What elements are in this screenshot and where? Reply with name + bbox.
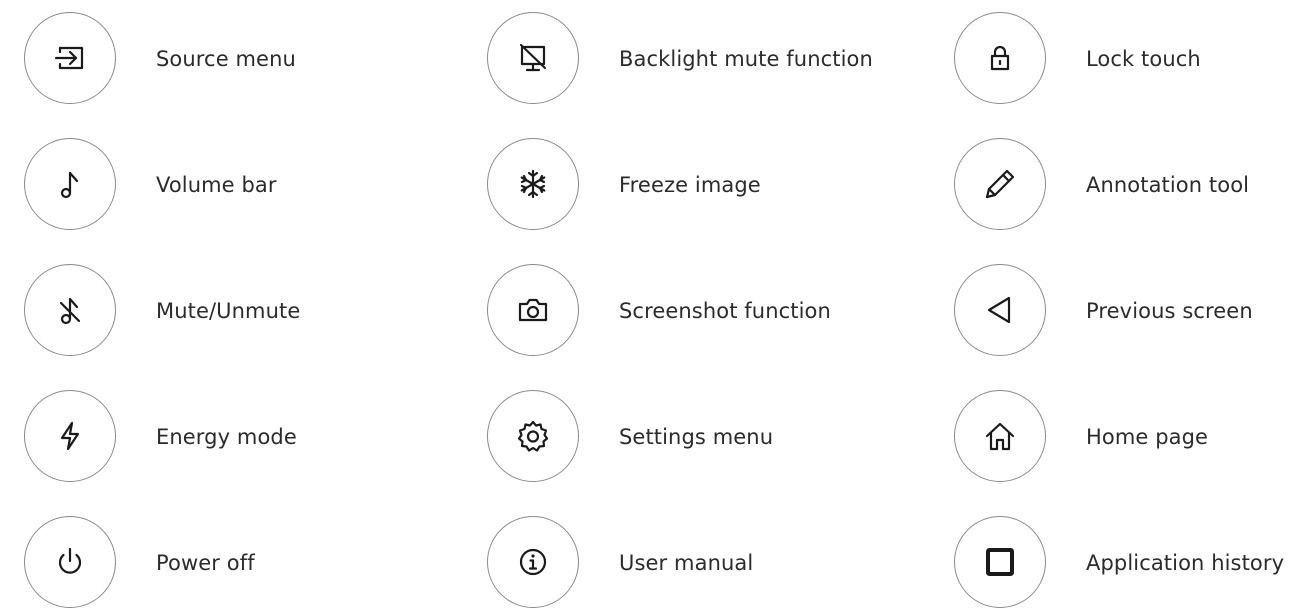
source-icon-button <box>24 12 116 104</box>
camera-icon <box>518 298 548 322</box>
home-icon <box>985 422 1015 451</box>
square-icon-button <box>954 516 1046 608</box>
legend-item-lock-touch: Lock touch <box>954 12 1300 108</box>
legend-label: Mute/Unmute <box>156 299 301 323</box>
legend-label: Screenshot function <box>619 299 831 323</box>
music-note-muted-icon <box>59 297 81 325</box>
legend-item-mute-unmute: Mute/Unmute <box>24 264 424 360</box>
legend-item-freeze-image: Freeze image <box>487 138 887 234</box>
legend-label: Power off <box>156 551 255 575</box>
legend-item-screenshot: Screenshot function <box>487 264 887 360</box>
monitor-off-icon <box>519 43 547 72</box>
lightning-icon <box>60 421 80 451</box>
triangle-left-icon <box>987 296 1011 324</box>
legend-label: Previous screen <box>1086 299 1253 323</box>
triangle-left-icon-button <box>954 264 1046 356</box>
legend-label: Freeze image <box>619 173 761 197</box>
legend-item-power-off: Power off <box>24 516 424 612</box>
gear-icon <box>517 420 549 452</box>
music-note-icon <box>60 171 79 199</box>
legend-label: Home page <box>1086 425 1209 449</box>
legend-item-home-page: Home page <box>954 390 1300 486</box>
power-icon <box>58 547 82 574</box>
legend-item-annotation-tool: Annotation tool <box>954 138 1300 234</box>
pencil-icon-button <box>954 138 1046 230</box>
legend-item-settings: Settings menu <box>487 390 887 486</box>
home-icon-button <box>954 390 1046 482</box>
legend-item-user-manual: User manual <box>487 516 887 612</box>
legend-item-backlight-mute: Backlight mute function <box>487 12 887 108</box>
legend-label: Annotation tool <box>1086 173 1250 197</box>
monitor-off-icon-button <box>487 12 579 104</box>
legend-label: Application history <box>1086 551 1285 575</box>
source-icon <box>54 46 84 70</box>
music-note-icon-button <box>24 138 116 230</box>
square-icon <box>986 548 1014 576</box>
legend-item-energy-mode: Energy mode <box>24 390 424 486</box>
pencil-icon <box>985 169 1015 199</box>
power-icon-button <box>24 516 116 608</box>
legend-label: Lock touch <box>1086 47 1201 71</box>
legend-item-source-menu: Source menu <box>24 12 424 108</box>
info-icon <box>519 548 547 576</box>
legend-label: Settings menu <box>619 425 774 449</box>
legend-label: Source menu <box>156 47 296 71</box>
lock-icon <box>990 45 1010 71</box>
legend-item-application-history: Application history <box>954 516 1300 612</box>
lightning-icon-button <box>24 390 116 482</box>
legend-label: Energy mode <box>156 425 297 449</box>
snowflake-icon-button <box>487 138 579 230</box>
legend-label: Volume bar <box>156 173 277 197</box>
legend-label: User manual <box>619 551 754 575</box>
legend-label: Backlight mute function <box>619 47 873 71</box>
info-icon-button <box>487 516 579 608</box>
camera-icon-button <box>487 264 579 356</box>
snowflake-icon <box>520 169 546 199</box>
gear-icon-button <box>487 390 579 482</box>
music-note-muted-icon-button <box>24 264 116 356</box>
legend-item-previous-screen: Previous screen <box>954 264 1300 360</box>
lock-icon-button <box>954 12 1046 104</box>
legend-item-volume-bar: Volume bar <box>24 138 424 234</box>
